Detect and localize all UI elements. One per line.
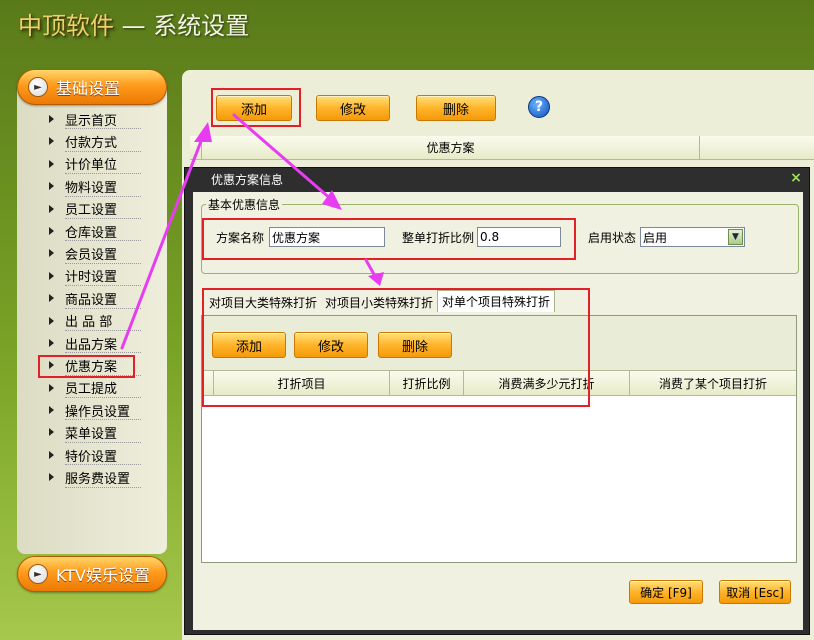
ktv-settings-header[interactable]: ► KTV娱乐设置	[17, 556, 167, 592]
grid-column-extra[interactable]	[700, 136, 814, 159]
grid-column-discount-ratio[interactable]: 打折比例	[390, 371, 464, 395]
arrow-right-icon	[49, 204, 54, 213]
arrow-right-icon	[49, 316, 54, 325]
sub-delete-button[interactable]: 删除	[378, 332, 452, 358]
sidebar-item-timing-settings[interactable]: 计时设置	[17, 265, 167, 287]
sidebar-item-member-settings[interactable]: 会员设置	[17, 242, 167, 265]
sidebar-item-special-price[interactable]: 特价设置	[17, 444, 167, 466]
grid-row-indicator-header	[202, 371, 214, 395]
grid-row-indicator-header	[190, 136, 202, 159]
basic-settings-label: 基础设置	[56, 79, 121, 98]
sidebar-item-discount-scheme[interactable]: 优惠方案	[17, 354, 167, 377]
expand-arrow-icon: ►	[28, 77, 48, 97]
arrow-right-icon	[49, 249, 54, 258]
add-button[interactable]: 添加	[216, 95, 292, 121]
sub-grid-header: 打折项目 打折比例 消费满多少元打折 消费了某个项目打折	[202, 370, 796, 396]
discount-ratio-input[interactable]: 0.8	[477, 227, 561, 247]
arrow-right-icon	[49, 182, 54, 191]
grid-column-discount-scheme[interactable]: 优惠方案	[202, 136, 700, 159]
status-select[interactable]: 启用 ▼	[640, 227, 745, 247]
tab-category-discount[interactable]: 对项目大类特殊打折	[205, 292, 321, 312]
arrow-right-icon	[49, 338, 54, 347]
help-icon[interactable]: ?	[528, 96, 550, 118]
tab-toolbar: 添加 修改 删除	[202, 316, 796, 370]
tab-panel: 添加 修改 删除 打折项目 打折比例 消费满多少元打折 消费了某个项目打折	[201, 315, 797, 563]
edit-button[interactable]: 修改	[316, 95, 390, 121]
window-title: — 系统设置	[114, 12, 250, 40]
sidebar-item-output-scheme[interactable]: 出品方案	[17, 332, 167, 354]
arrow-right-icon	[49, 406, 54, 415]
discount-ratio-label: 整单打折比例	[402, 231, 475, 245]
arrow-right-icon	[49, 361, 54, 370]
sidebar-item-operator-settings[interactable]: 操作员设置	[17, 399, 167, 421]
delete-button[interactable]: 删除	[416, 95, 496, 121]
sidebar-item-material-settings[interactable]: 物料设置	[17, 175, 167, 197]
sidebar-item-menu-settings[interactable]: 菜单设置	[17, 421, 167, 444]
grid-column-item-spend-discount[interactable]: 消费了某个项目打折	[630, 371, 796, 395]
arrow-right-icon	[49, 473, 54, 482]
cancel-button[interactable]: 取消 [Esc]	[719, 580, 791, 604]
basic-settings-header[interactable]: ► 基础设置	[17, 69, 167, 105]
chevron-down-icon[interactable]: ▼	[728, 229, 743, 245]
tab-single-item-discount[interactable]: 对单个项目特殊打折	[437, 290, 556, 312]
sidebar-menu: 显示首页 付款方式 计价单位 物料设置 员工设置 仓库设置 会员设置 计时设置 …	[17, 108, 167, 489]
sidebar-item-staff-settings[interactable]: 员工设置	[17, 198, 167, 220]
arrow-right-icon	[49, 271, 54, 280]
sidebar: 显示首页 付款方式 计价单位 物料设置 员工设置 仓库设置 会员设置 计时设置 …	[17, 78, 167, 554]
ktv-settings-label: KTV娱乐设置	[56, 566, 150, 585]
tab-subcategory-discount[interactable]: 对项目小类特殊打折	[321, 292, 437, 312]
main-grid-header: 优惠方案	[190, 136, 814, 160]
close-icon[interactable]: ×	[789, 170, 803, 186]
dialog-title: 优惠方案信息	[211, 172, 284, 187]
sidebar-item-output-department[interactable]: 出 品 部	[17, 310, 167, 332]
sidebar-item-product-settings[interactable]: 商品设置	[17, 287, 167, 309]
arrow-right-icon	[49, 226, 54, 235]
sidebar-item-pricing-units[interactable]: 计价单位	[17, 153, 167, 175]
confirm-button[interactable]: 确定 [F9]	[629, 580, 703, 604]
scheme-name-input[interactable]: 优惠方案	[269, 227, 385, 247]
arrow-right-icon	[49, 294, 54, 303]
sidebar-item-service-fee[interactable]: 服务费设置	[17, 466, 167, 489]
sidebar-item-display-home[interactable]: 显示首页	[17, 108, 167, 130]
arrow-right-icon	[49, 115, 54, 123]
sub-add-button[interactable]: 添加	[212, 332, 286, 358]
app-title: 中顶软件 — 系统设置	[18, 6, 249, 41]
grid-column-discount-item[interactable]: 打折项目	[214, 371, 390, 395]
sub-edit-button[interactable]: 修改	[294, 332, 368, 358]
arrow-right-icon	[49, 159, 54, 168]
grid-column-spend-threshold[interactable]: 消费满多少元打折	[464, 371, 630, 395]
arrow-right-icon	[49, 137, 54, 146]
arrow-right-icon	[49, 383, 54, 392]
arrow-right-icon	[49, 428, 54, 437]
status-label: 启用状态	[588, 231, 637, 245]
arrow-right-icon	[49, 450, 54, 459]
sidebar-item-warehouse-settings[interactable]: 仓库设置	[17, 220, 167, 242]
tab-strip: 对项目大类特殊打折 对项目小类特殊打折 对单个项目特殊打折	[205, 290, 556, 312]
dialog-titlebar[interactable]: 优惠方案信息	[185, 168, 809, 190]
basic-info-group: 基本优惠信息 方案名称 优惠方案 整单打折比例 0.8 启用状态 启用 ▼	[201, 196, 799, 274]
dialog-body: 基本优惠信息 方案名称 优惠方案 整单打折比例 0.8 启用状态 启用 ▼ 对项…	[193, 192, 803, 630]
scheme-name-label: 方案名称	[216, 231, 265, 245]
sidebar-item-payment-methods[interactable]: 付款方式	[17, 130, 167, 153]
sub-grid-body[interactable]	[202, 396, 796, 562]
status-select-value: 启用	[643, 230, 668, 245]
brand-name: 中顶软件	[18, 12, 114, 40]
expand-arrow-icon: ►	[28, 564, 48, 584]
basic-info-group-title: 基本优惠信息	[206, 196, 283, 213]
sidebar-item-staff-commission[interactable]: 员工提成	[17, 377, 167, 399]
discount-scheme-dialog: 优惠方案信息 × 基本优惠信息 方案名称 优惠方案 整单打折比例 0.8 启用状…	[184, 167, 810, 635]
